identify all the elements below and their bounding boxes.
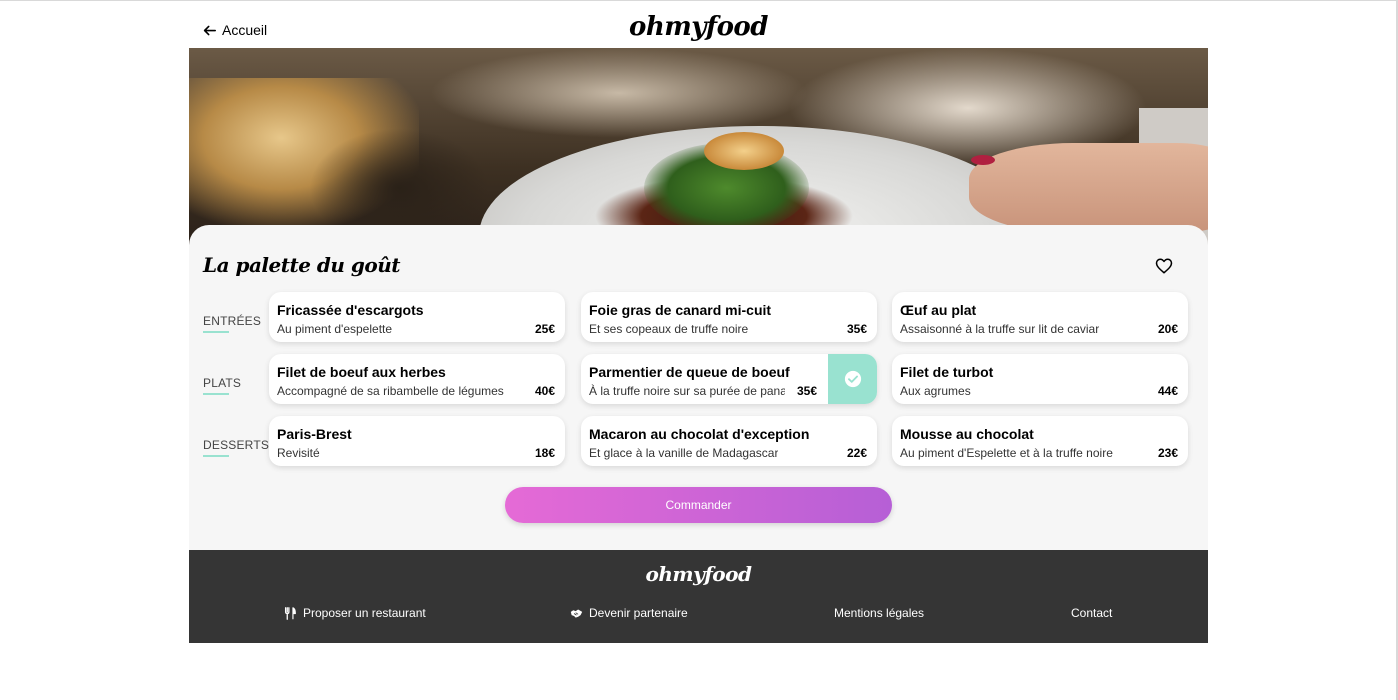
dish-card[interactable]: Filet de boeuf aux herbes Accompagné de … [269,354,565,404]
menu-card: La palette du goût ENTRÉES PLATS DESSERT… [189,225,1208,550]
dish-description: À la truffe noire sur sa purée de panais [589,384,785,398]
check-circle-icon [844,370,861,388]
dish-name: Foie gras de canard mi-cuit [589,302,772,318]
dish-price: 25€ [534,322,555,336]
dish-price: 44€ [1157,384,1178,398]
dish-name: Fricassée d'escargots [277,302,424,318]
dish-card[interactable]: Paris-Brest Revisité 18€ [269,416,565,466]
dish-name: Œuf au plat [900,302,977,318]
category-label-text: PLATS [203,376,242,390]
dish-selected-indicator[interactable] [828,354,877,404]
utensils-icon [284,606,296,620]
category-underline [203,331,229,333]
dish-name: Filet de turbot [900,364,994,380]
category-label-text: ENTRÉES [203,314,262,328]
dish-description: Assaisonné à la truffe sur lit de caviar [900,322,1100,336]
footer-link-label: Proposer un restaurant [303,606,426,620]
dish-price: 23€ [1157,446,1178,460]
dish-description: Aux agrumes [900,384,971,398]
dish-card[interactable]: Foie gras de canard mi-cuit Et ses copea… [581,292,877,342]
dish-card[interactable]: Fricassée d'escargots Au piment d'espele… [269,292,565,342]
dish-name: Macaron au chocolat d'exception [589,426,810,442]
site-footer: ohmyfood Proposer un restaurant Devenir … [189,550,1208,643]
window-top-border [0,0,1398,1]
dish-name: Mousse au chocolat [900,426,1034,442]
restaurant-title: La palette du goût [203,253,401,277]
site-logo[interactable]: ohmyfood [189,12,1208,42]
dish-name: Paris-Brest [277,426,352,442]
footer-link-label: Contact [1071,606,1113,620]
category-label-text: DESSERTS [203,438,270,452]
category-label-entrees: ENTRÉES [203,314,261,333]
footer-link-label: Mentions légales [834,606,925,620]
dish-card[interactable]: Macaron au chocolat d'exception Et glace… [581,416,877,466]
dish-card[interactable]: Œuf au plat Assaisonné à la truffe sur l… [892,292,1188,342]
dish-price: 22€ [846,446,867,460]
dish-price: 35€ [846,322,867,336]
footer-link-label: Devenir partenaire [589,606,688,620]
footer-link-become-partner[interactable]: Devenir partenaire [570,606,688,620]
category-label-plats: PLATS [203,376,241,395]
dish-description: Au piment d'Espelette et à la truffe noi… [900,446,1113,460]
heart-icon[interactable] [1155,257,1173,275]
restaurant-hero-image [189,48,1208,248]
dish-price: 20€ [1157,322,1178,336]
category-underline [203,455,229,457]
site-header: Accueil ohmyfood [189,8,1208,48]
dish-price: 18€ [534,446,555,460]
dish-description: Au piment d'espelette [277,322,393,336]
dish-card-selected[interactable]: Parmentier de queue de boeuf À la truffe… [581,354,877,404]
dish-description: Accompagné de sa ribambelle de légumes [277,384,504,398]
category-label-desserts: DESSERTS [203,438,269,457]
footer-link-legal[interactable]: Mentions légales [834,606,924,620]
dish-description: Revisité [277,446,320,460]
order-button[interactable]: Commander [505,487,892,523]
dish-price: 40€ [534,384,555,398]
handshake-icon [570,608,583,618]
dish-price: 35€ [796,384,817,398]
dish-card[interactable]: Mousse au chocolat Au piment d'Espelette… [892,416,1188,466]
footer-link-propose-restaurant[interactable]: Proposer un restaurant [284,606,426,620]
dish-description: Et glace à la vanille de Madagascar [589,446,779,460]
category-underline [203,393,229,395]
dish-name: Parmentier de queue de boeuf [589,364,790,380]
footer-logo[interactable]: ohmyfood [189,562,1208,586]
footer-link-contact[interactable]: Contact [1071,606,1112,620]
dish-description: Et ses copeaux de truffe noire [589,322,749,336]
dish-name: Filet de boeuf aux herbes [277,364,446,380]
dish-card[interactable]: Filet de turbot Aux agrumes 44€ [892,354,1188,404]
